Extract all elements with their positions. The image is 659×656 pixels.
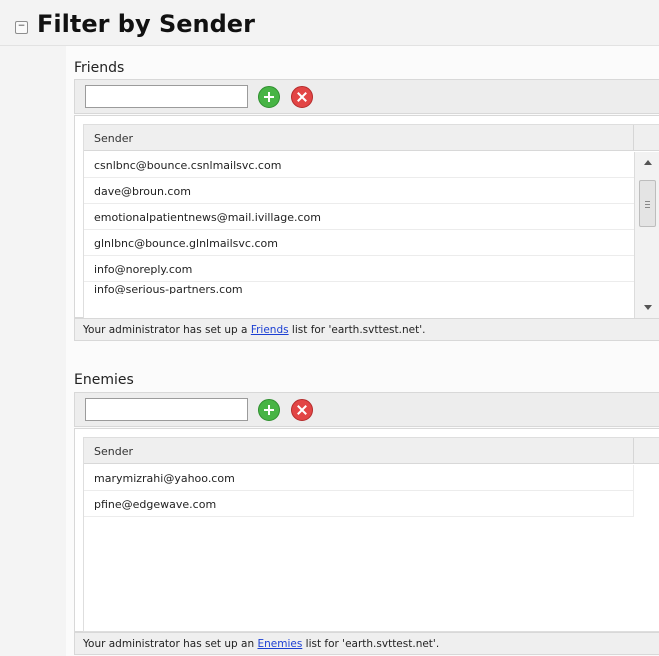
column-header-label: Sender	[94, 132, 133, 145]
enemies-list-link[interactable]: Enemies	[257, 638, 302, 650]
enemies-label: Enemies	[74, 372, 134, 388]
friends-grid: Sender csnlbnc@bounce.csnlmailsvc.com da…	[83, 124, 659, 319]
sender-cell: csnlbnc@bounce.csnlmailsvc.com	[94, 159, 282, 172]
table-row[interactable]: csnlbnc@bounce.csnlmailsvc.com	[84, 152, 634, 178]
enemies-grid: Sender marymizrahi@yahoo.com pfine@edgew…	[83, 437, 659, 632]
column-header-label: Sender	[94, 445, 133, 458]
enemies-panel: Sender marymizrahi@yahoo.com pfine@edgew…	[74, 428, 659, 632]
friends-toolbar	[74, 79, 659, 114]
friends-label: Friends	[74, 60, 125, 76]
sender-cell: pfine@edgewave.com	[94, 498, 217, 511]
sender-cell: glnlbnc@bounce.glnlmailsvc.com	[94, 237, 278, 250]
enemies-sender-input[interactable]	[85, 398, 248, 421]
column-divider	[633, 125, 634, 151]
left-gutter	[0, 46, 66, 656]
scroll-up-icon[interactable]	[644, 160, 652, 165]
sender-cell: dave@broun.com	[94, 185, 191, 198]
note-text: Your administrator has set up a	[83, 324, 251, 336]
friends-list-link[interactable]: Friends	[251, 324, 289, 336]
friends-panel: Sender csnlbnc@bounce.csnlmailsvc.com da…	[74, 115, 659, 319]
section-title: Filter by Sender	[37, 10, 255, 38]
grip-line	[645, 204, 650, 205]
sender-cell: info@serious-partners.com	[94, 283, 243, 294]
table-row[interactable]: marymizrahi@yahoo.com	[84, 465, 634, 491]
table-row[interactable]: emotionalpatientnews@mail.ivillage.com	[84, 204, 634, 230]
table-row[interactable]: glnlbnc@bounce.glnlmailsvc.com	[84, 230, 634, 256]
enemies-rows: marymizrahi@yahoo.com pfine@edgewave.com	[84, 465, 634, 517]
grip-line	[645, 201, 650, 202]
scroll-down-icon[interactable]	[644, 305, 652, 310]
table-row[interactable]: info@noreply.com	[84, 256, 634, 282]
note-text: list for 'earth.svttest.net'.	[288, 324, 426, 336]
friends-admin-note: Your administrator has set up a Friends …	[74, 318, 659, 341]
enemies-toolbar	[74, 392, 659, 427]
friends-sender-input[interactable]	[85, 85, 248, 108]
sender-cell: emotionalpatientnews@mail.ivillage.com	[94, 211, 321, 224]
grip-line	[645, 207, 650, 208]
add-circle-icon[interactable]	[258, 86, 280, 108]
enemies-column-header[interactable]: Sender	[84, 438, 659, 464]
table-row[interactable]: dave@broun.com	[84, 178, 634, 204]
scroll-thumb[interactable]	[639, 180, 656, 227]
collapse-icon[interactable]: −	[15, 21, 28, 34]
table-row[interactable]: info@serious-partners.com	[84, 282, 634, 294]
section-header: − Filter by Sender	[0, 0, 659, 46]
friends-column-header[interactable]: Sender	[84, 125, 659, 151]
sender-cell: info@noreply.com	[94, 263, 193, 276]
sender-cell: marymizrahi@yahoo.com	[94, 472, 235, 485]
add-circle-icon[interactable]	[258, 399, 280, 421]
note-text: list for 'earth.svttest.net'.	[302, 638, 440, 650]
friends-rows: csnlbnc@bounce.csnlmailsvc.com dave@brou…	[84, 152, 634, 294]
remove-circle-icon[interactable]	[291, 399, 313, 421]
friends-scrollbar[interactable]	[634, 152, 659, 318]
enemies-admin-note: Your administrator has set up an Enemies…	[74, 632, 659, 655]
remove-circle-icon[interactable]	[291, 86, 313, 108]
column-divider	[633, 438, 634, 464]
table-row[interactable]: pfine@edgewave.com	[84, 491, 634, 517]
note-text: Your administrator has set up an	[83, 638, 258, 650]
